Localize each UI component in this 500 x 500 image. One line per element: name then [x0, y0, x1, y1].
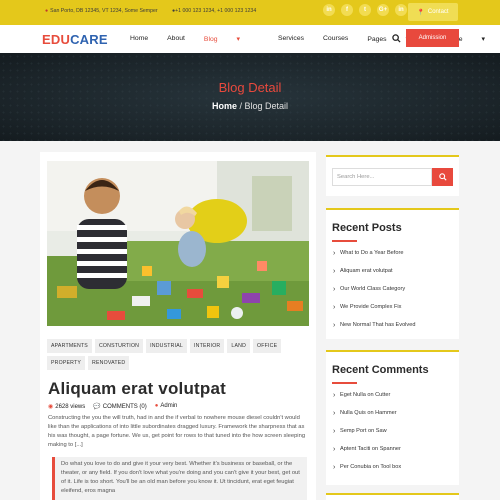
recent-comments-list: Eget Nulla on Cutter Nulla Quis on Hamme… [332, 392, 454, 482]
recent-comment-item[interactable]: Semp Port on Saw [332, 428, 454, 446]
hero-texture [0, 53, 500, 141]
views-count: 2628 views [55, 404, 86, 410]
recent-comments-rule [332, 382, 357, 384]
comments-count: COMMENTS (0) [102, 404, 147, 410]
menu-home[interactable]: Home [130, 35, 148, 43]
recent-post-item[interactable]: What to Do a Year Before [332, 250, 454, 268]
menu-blog[interactable]: Blog ▾ [204, 35, 259, 43]
comments-meta[interactable]: 💬 COMMENTS (0) [93, 403, 146, 410]
tag-interior[interactable]: INTERIOR [189, 339, 225, 353]
logo-care: CARE [70, 32, 108, 47]
top-info-bar: ● San Porto, DB 12345, VT 1234, Some Semp… [0, 0, 500, 25]
author-name: Admin [160, 403, 178, 409]
menu-blog-label: Blog [203, 36, 218, 43]
post-meta: ◉ 2628 views 💬 COMMENTS (0) ● Admin [48, 403, 177, 410]
logo-edu: EDU [42, 32, 71, 47]
recent-post-item[interactable]: Aliquam erat volutpat [332, 268, 454, 286]
recent-posts-title: Recent Posts [332, 222, 402, 234]
page-hero: Blog Detail Home / Blog Detail [0, 53, 500, 141]
menu-about[interactable]: About [167, 35, 185, 43]
post-featured-image [47, 161, 309, 326]
post-title: Aliquam erat volutpat [48, 379, 227, 398]
tag-land[interactable]: LAND [227, 339, 251, 353]
sidebar-search-input[interactable]: Search Here... [332, 168, 432, 186]
views-meta: ◉ 2628 views [48, 403, 85, 410]
social-links: in f t G+ in [323, 4, 407, 16]
google-plus-icon[interactable]: G+ [377, 4, 389, 16]
facebook-icon[interactable]: f [341, 4, 353, 16]
tag-apartments[interactable]: APARTMENTS [47, 339, 92, 353]
recent-comment-item[interactable]: Nulla Quis on Hammer [332, 410, 454, 428]
recent-comment-item[interactable]: Aptent Taciti on Spanner [332, 446, 454, 464]
recent-posts-list: What to Do a Year Before Aliquam erat vo… [332, 250, 454, 340]
location-pin-icon: ● [45, 8, 49, 14]
page-title: Blog Detail [218, 80, 282, 95]
sidebar-search-button[interactable] [432, 168, 453, 186]
user-icon: ● [154, 403, 159, 409]
contact-label: Contact [427, 9, 449, 15]
menu-services[interactable]: Services [278, 35, 304, 43]
recent-comment-item[interactable]: Per Conubia on Tool box [332, 464, 454, 482]
tag-consturtion[interactable]: CONSTURTION [94, 339, 144, 353]
post-excerpt: Constructing the you the will truth, had… [48, 415, 306, 448]
chevron-down-icon: ▾ [236, 36, 240, 43]
breadcrumb-separator: / [236, 101, 245, 111]
recent-post-item[interactable]: Our World Class Category [332, 286, 454, 304]
recent-post-item[interactable]: New Normal That has Evolved [332, 322, 454, 340]
linkedin-icon-2[interactable]: in [395, 4, 407, 16]
tag-industrial[interactable]: INDUSTRIAL [146, 339, 187, 353]
breadcrumb-current: Blog Detail [244, 101, 289, 111]
recent-comments-title: Recent Comments [332, 364, 429, 376]
tag-renovated[interactable]: RENOVATED [88, 356, 130, 370]
eye-icon: ◉ [48, 404, 54, 410]
author-meta[interactable]: ● Admin [155, 403, 178, 410]
admission-button[interactable]: Admission [406, 29, 459, 47]
recent-comment-item[interactable]: Eget Nulla on Cutter [332, 392, 454, 410]
recent-posts-rule [332, 240, 357, 242]
address-info: ● San Porto, DB 12345, VT 1234, Some Semp… [45, 8, 158, 14]
twitter-icon[interactable]: t [359, 4, 371, 16]
menu-courses[interactable]: Courses [323, 35, 348, 43]
comment-icon: 💬 [93, 404, 101, 410]
next-sidebar-box [326, 493, 459, 500]
location-pin-icon: 📍 [417, 9, 425, 16]
site-logo[interactable]: EDUCARE [42, 32, 108, 47]
phone-info: ●+1 000 123 1234, +1 000 123 1234 [172, 8, 256, 14]
linkedin-icon[interactable]: in [323, 4, 335, 16]
chevron-down-icon: ▾ [481, 36, 485, 43]
search-icon[interactable] [392, 34, 401, 43]
breadcrumb-home[interactable]: Home [212, 101, 237, 111]
recent-post-item[interactable]: We Provide Complex Fix [332, 304, 454, 322]
breadcrumb: Home / Blog Detail [0, 101, 500, 111]
phone-text: +1 000 123 1234, +1 000 123 1234 [175, 8, 257, 14]
tag-office[interactable]: OFFICE [253, 339, 282, 353]
menu-pages-label: Pages [367, 36, 387, 43]
post-blockquote: Do what you love to do and give it your … [52, 457, 307, 500]
tag-property[interactable]: PROPERTY [47, 356, 86, 370]
search-icon [438, 173, 447, 181]
address-text: San Porto, DB 12345, VT 1234, Some Sempe… [50, 8, 158, 14]
post-tags: APARTMENTS CONSTURTION INDUSTRIAL INTERI… [47, 339, 309, 370]
contact-button[interactable]: 📍 Contact [408, 3, 458, 21]
